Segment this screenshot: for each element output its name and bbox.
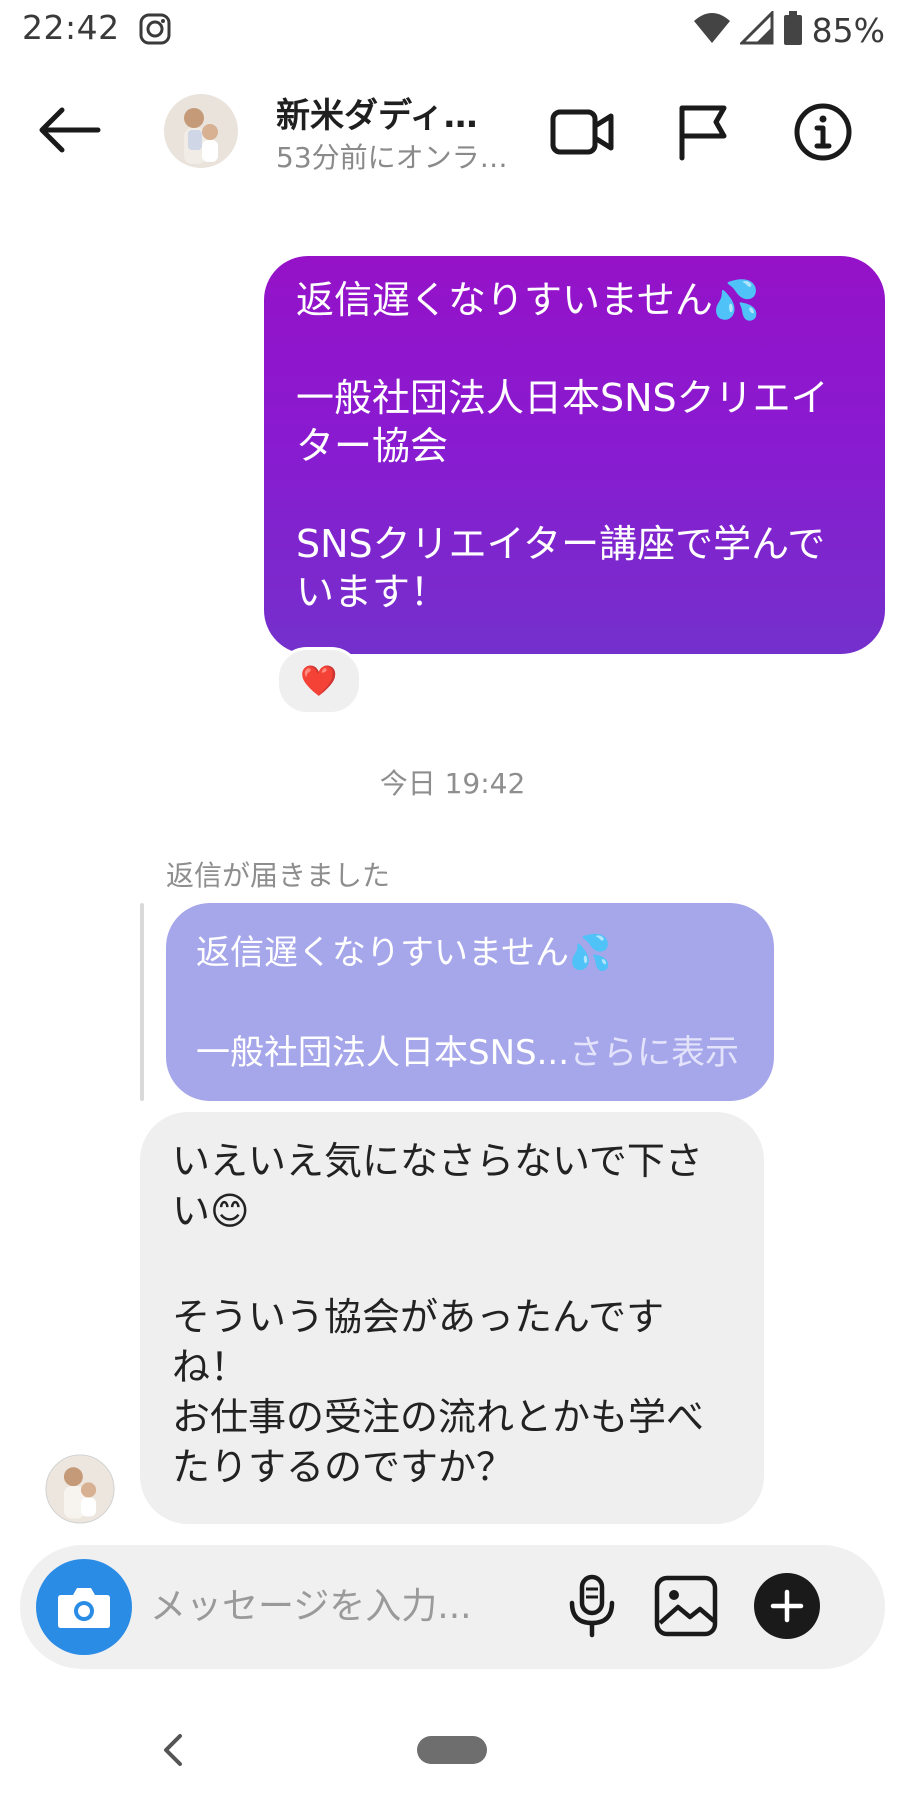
info-button[interactable]	[790, 102, 856, 162]
status-bar: 22:42 85%	[0, 0, 905, 62]
battery-percentage: 85%	[811, 10, 885, 50]
camera-button[interactable]	[36, 1559, 132, 1655]
system-home-button[interactable]	[417, 1736, 487, 1764]
wifi-icon	[692, 11, 732, 49]
chat-header: 新米ダディ… 53分前にオンラ…	[0, 74, 905, 184]
reply-preview-text: 一般社団法人日本SNS...	[196, 1033, 570, 1073]
date-separator: 今日 19:42	[379, 767, 526, 800]
sent-message-line: 一般社団法人日本SNSクリエイター協会	[296, 376, 829, 468]
received-message-line: いえいえ気になさらないで下さい😊	[172, 1139, 703, 1233]
camera-icon	[58, 1588, 110, 1628]
reply-label: 返信が届きました	[166, 859, 391, 892]
contact-avatar[interactable]	[164, 94, 238, 168]
received-message-bubble[interactable]: いえいえ気になさらないで下さい😊 そういう協会があったんですね！ お仕事の受注の…	[140, 1112, 764, 1524]
message-input[interactable]	[150, 1573, 550, 1639]
status-indicators: 85%	[692, 9, 885, 50]
heart-reaction[interactable]: ❤️	[276, 647, 362, 715]
report-button[interactable]	[672, 102, 738, 162]
sent-message-line: 返信遅くなりすいません💦	[296, 278, 761, 322]
plus-icon	[770, 1589, 804, 1623]
gallery-button[interactable]	[652, 1573, 722, 1639]
reply-quote-line	[140, 903, 144, 1101]
chevron-left-icon	[164, 1734, 182, 1766]
back-button[interactable]	[34, 102, 106, 158]
video-call-icon	[550, 109, 614, 155]
contact-name[interactable]: 新米ダディ…	[276, 88, 478, 137]
message-composer	[20, 1545, 885, 1669]
instagram-icon	[138, 12, 172, 46]
sent-message-bubble[interactable]: 返信遅くなりすいません💦 一般社団法人日本SNSクリエイター協会 SNSクリエイ…	[264, 256, 885, 654]
gallery-icon	[654, 1575, 718, 1637]
reply-preview-line: 返信遅くなりすいません💦	[196, 933, 612, 973]
system-back-button[interactable]	[158, 1732, 188, 1768]
video-call-button[interactable]	[549, 102, 615, 162]
reply-preview-line: 一般社団法人日本SNS...さらに表示	[196, 1031, 746, 1075]
received-message-line: お仕事の受注の流れとかも学べたりするのですか？	[172, 1395, 705, 1489]
info-icon	[794, 103, 852, 161]
contact-online-status: 53分前にオンラ…	[276, 141, 508, 174]
sender-avatar[interactable]	[45, 1454, 115, 1524]
status-time: 22:42	[22, 8, 120, 47]
show-more-link[interactable]: さらに表示	[569, 1033, 739, 1073]
received-message-line: そういう協会があったんですね！	[172, 1295, 665, 1389]
voice-message-button[interactable]	[560, 1573, 624, 1639]
more-options-button[interactable]	[754, 1573, 820, 1639]
microphone-icon	[569, 1574, 615, 1638]
sent-message-line: SNSクリエイター講座で学んでいます！	[296, 522, 826, 614]
reply-preview-bubble[interactable]: 返信遅くなりすいません💦 一般社団法人日本SNS...さらに表示	[166, 903, 774, 1101]
back-arrow-icon	[39, 107, 101, 153]
battery-icon	[782, 10, 804, 50]
signal-icon	[738, 9, 774, 49]
flag-icon	[679, 105, 727, 161]
